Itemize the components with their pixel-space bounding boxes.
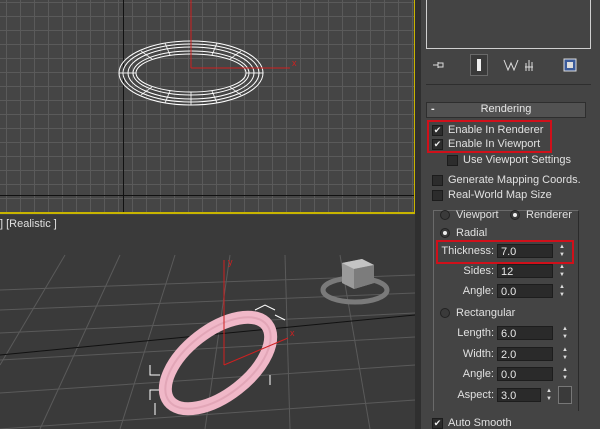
make-unique-icon[interactable] — [502, 56, 520, 74]
sides-field[interactable]: 12 — [497, 264, 553, 278]
x-axis-label: x — [290, 328, 295, 338]
check-icon: ✔ — [432, 417, 443, 429]
active-viewport-border — [0, 212, 415, 214]
stack-toolbar-2 — [470, 54, 488, 76]
perspective-viewport[interactable]: y x — [0, 215, 415, 429]
pin-icon[interactable] — [430, 56, 448, 74]
x-axis-label: x — [292, 58, 297, 68]
rendering-rollout-header[interactable]: - Rendering — [426, 102, 586, 118]
stack-toolbar-4 — [561, 55, 579, 75]
rectangular-radio[interactable]: Rectangular — [440, 307, 515, 319]
length-field[interactable]: 6.0 — [497, 326, 553, 340]
angle-label: Angle: — [462, 285, 494, 297]
aspect-field[interactable]: 3.0 — [497, 388, 541, 402]
angle2-spinner[interactable]: ▲ ▼ — [560, 367, 570, 381]
sides-label: Sides: — [463, 265, 494, 277]
width-field[interactable]: 2.0 — [497, 347, 553, 361]
stack-toolbar-3 — [502, 55, 538, 75]
angle-field[interactable]: 0.0 — [497, 284, 553, 298]
lock-aspect-icon[interactable] — [558, 386, 572, 404]
generate-mapping-coords-checkbox[interactable]: Generate Mapping Coords. — [432, 174, 581, 186]
length-label: Length: — [457, 327, 494, 339]
aspect-label: Aspect: — [457, 389, 494, 401]
angle2-label: Angle: — [462, 368, 494, 380]
length-spinner[interactable]: ▲ ▼ — [560, 326, 570, 340]
remove-modifier-icon[interactable] — [520, 56, 538, 74]
top-viewport[interactable]: x — [0, 0, 415, 212]
perspective-scene: y x — [0, 254, 415, 429]
top-viewport-scene: x — [118, 0, 297, 106]
stack-toolbar — [430, 55, 448, 75]
viewport-radio[interactable]: Viewport — [440, 209, 499, 221]
width-spinner[interactable]: ▲ ▼ — [560, 347, 570, 361]
show-end-result-icon[interactable] — [470, 54, 488, 76]
use-viewport-settings-checkbox[interactable]: Use Viewport Settings — [447, 154, 571, 166]
angle2-field[interactable]: 0.0 — [497, 367, 553, 381]
radial-radio[interactable]: Radial — [440, 227, 487, 239]
auto-smooth-checkbox[interactable]: ✔ Auto Smooth — [432, 417, 512, 429]
configure-sets-icon[interactable] — [561, 56, 579, 74]
aspect-spinner[interactable]: ▲ ▼ — [544, 388, 554, 402]
renderer-radio[interactable]: Renderer — [510, 209, 572, 221]
torus-shape — [158, 310, 278, 416]
y-axis-label: y — [228, 257, 233, 267]
angle-spinner[interactable]: ▲ ▼ — [557, 284, 567, 298]
separator — [426, 84, 591, 85]
highlight-box-enable — [427, 120, 552, 153]
rollout-title: Rendering — [480, 103, 532, 115]
modifier-stack-list[interactable] — [426, 0, 591, 49]
viewport-label[interactable]: ] [Realistic ] — [0, 218, 57, 230]
width-label: Width: — [462, 348, 494, 360]
sides-spinner[interactable]: ▲ ▼ — [557, 264, 567, 278]
real-world-map-size-checkbox[interactable]: Real-World Map Size — [432, 189, 552, 201]
highlight-box-thickness — [436, 240, 574, 264]
